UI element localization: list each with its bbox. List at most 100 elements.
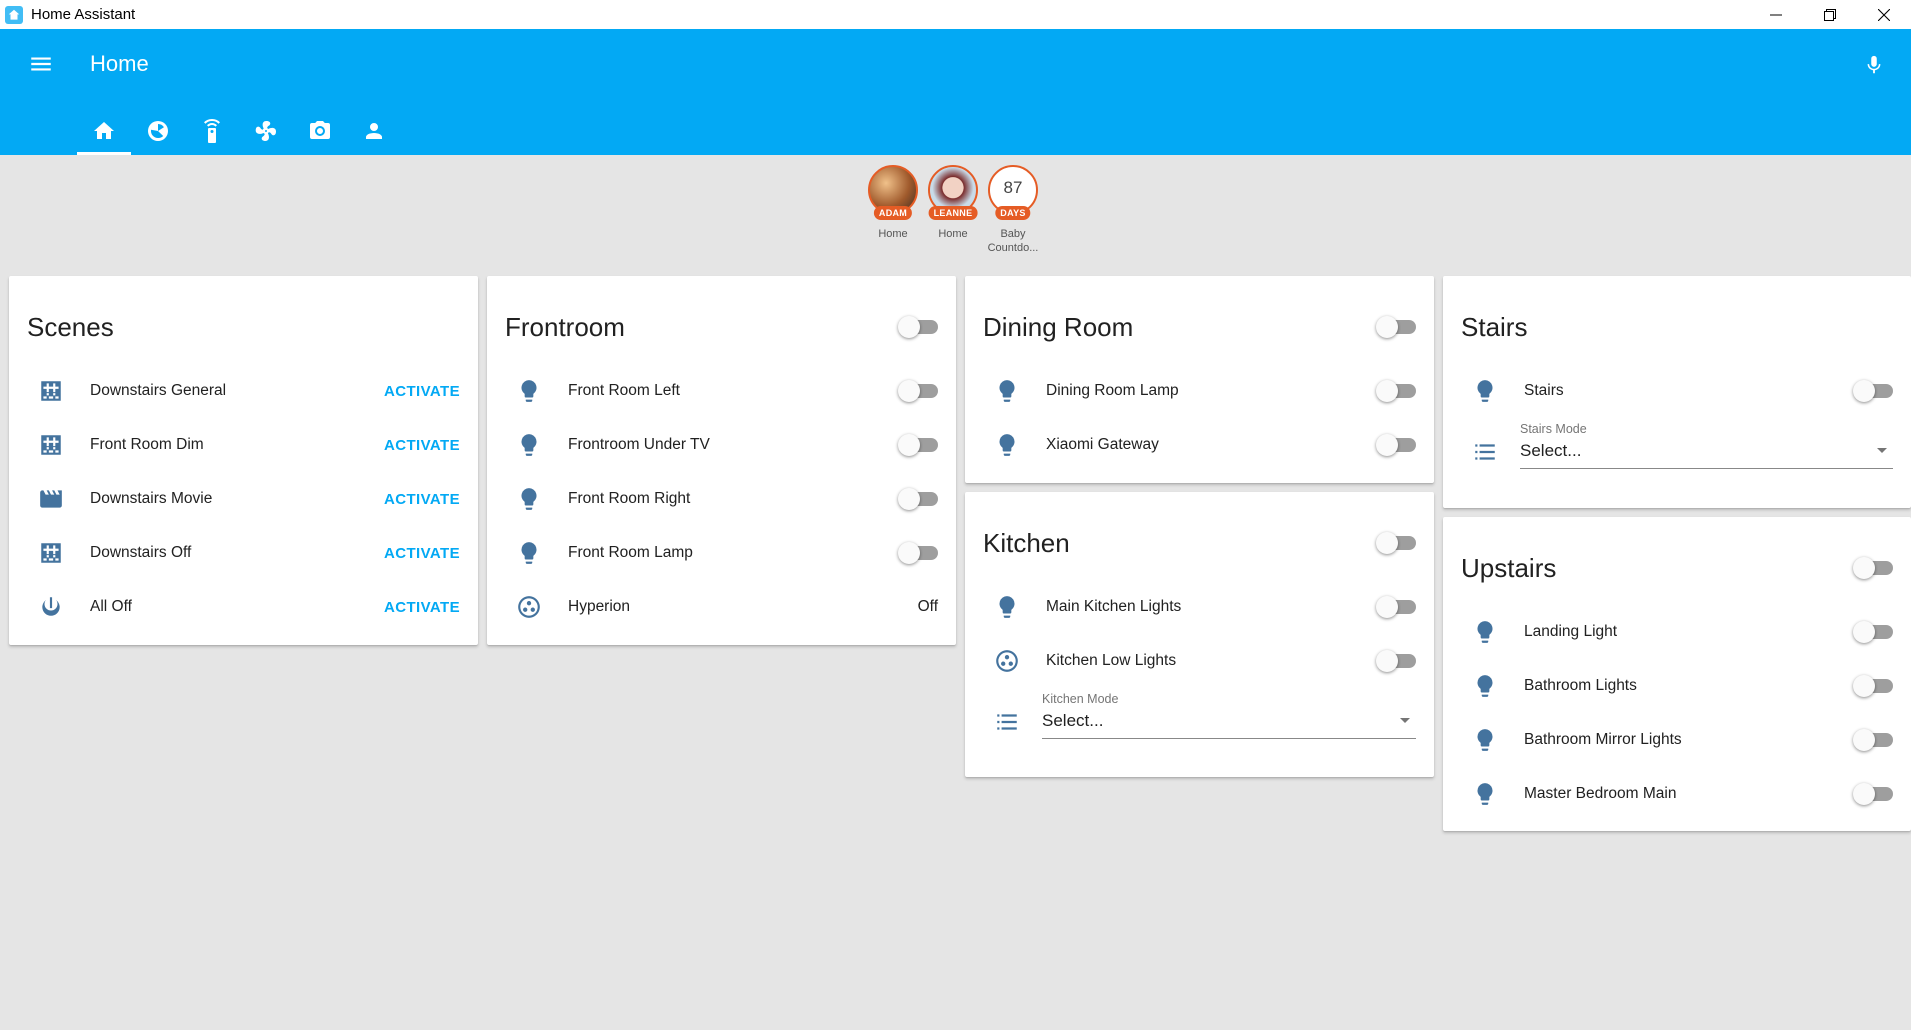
activate-button[interactable]: ACTIVATE — [384, 599, 460, 616]
group-toggle[interactable] — [1853, 557, 1893, 579]
stairs-mode-row: Stairs Mode Select... — [1443, 418, 1911, 490]
menu-icon[interactable] — [28, 51, 54, 77]
light-toggle[interactable] — [1853, 380, 1893, 402]
page-title: Home — [90, 51, 149, 76]
light-toggle[interactable] — [1376, 650, 1416, 672]
lightbulb-icon[interactable] — [1465, 720, 1505, 760]
lightbulb-icon[interactable] — [1465, 666, 1505, 706]
microphone-icon[interactable] — [1863, 52, 1885, 78]
badge-value: 87 — [1003, 178, 1023, 197]
light-row: Frontroom Under TV — [487, 418, 956, 472]
scene-label: All Off — [90, 598, 132, 615]
light-toggle[interactable] — [1376, 434, 1416, 456]
scene-icon[interactable] — [31, 425, 71, 465]
movie-icon[interactable] — [31, 479, 71, 519]
badge-leanne[interactable]: LEANNE Home — [926, 165, 980, 255]
stairs-mode-select[interactable]: Stairs Mode Select... — [1520, 422, 1893, 469]
light-row: Landing Light — [1443, 605, 1911, 659]
light-row: Front Room Lamp — [487, 526, 956, 580]
badge-baby-countdown[interactable]: 87 DAYS Baby Countdo... — [986, 165, 1040, 255]
badge-pill: DAYS — [995, 206, 1031, 220]
group-toggle[interactable] — [1376, 532, 1416, 554]
light-toggle[interactable] — [898, 380, 938, 402]
lightbulb-icon[interactable] — [1465, 612, 1505, 652]
light-toggle[interactable] — [898, 488, 938, 510]
tab-scenes[interactable] — [131, 107, 185, 155]
light-label: Front Room Left — [568, 382, 680, 399]
activate-button[interactable]: ACTIVATE — [384, 383, 460, 400]
lightbulb-icon[interactable] — [509, 479, 549, 519]
restore-button[interactable] — [1803, 0, 1857, 29]
scene-row: Downstairs Movie ACTIVATE — [9, 472, 478, 526]
tab-home[interactable] — [77, 107, 131, 155]
tab-remote[interactable] — [185, 107, 239, 155]
light-toggle[interactable] — [1853, 675, 1893, 697]
view-tabs — [77, 107, 401, 155]
close-button[interactable] — [1857, 0, 1911, 29]
group-toggle[interactable] — [1376, 316, 1416, 338]
tab-camera[interactable] — [293, 107, 347, 155]
lightbulb-icon[interactable] — [1465, 371, 1505, 411]
remote-icon — [204, 119, 220, 143]
scene-row: Downstairs General ACTIVATE — [9, 364, 478, 418]
light-toggle[interactable] — [1853, 729, 1893, 751]
light-label: Bathroom Mirror Lights — [1524, 731, 1682, 748]
hyperion-icon[interactable] — [509, 587, 549, 627]
scenes-icon — [148, 121, 168, 141]
card-title: Scenes — [27, 312, 114, 342]
dropdown-arrow-icon — [1400, 718, 1410, 723]
scene-label: Downstairs General — [90, 382, 227, 399]
light-label: Stairs — [1524, 382, 1564, 399]
lightbulb-icon[interactable] — [509, 533, 549, 573]
light-toggle[interactable] — [1376, 380, 1416, 402]
tab-person[interactable] — [347, 107, 401, 155]
select-caption: Kitchen Mode — [1042, 692, 1119, 706]
light-row: Bathroom Lights — [1443, 659, 1911, 713]
badge-adam[interactable]: ADAM Home — [866, 165, 920, 255]
kitchen-mode-select[interactable]: Kitchen Mode Select... — [1042, 692, 1416, 739]
card-title: Frontroom — [505, 312, 625, 342]
card-title: Dining Room — [983, 312, 1134, 342]
light-toggle[interactable] — [1853, 621, 1893, 643]
select-caption: Stairs Mode — [1520, 422, 1587, 436]
kitchen-mode-row: Kitchen Mode Select... — [965, 688, 1434, 760]
light-label: Bathroom Lights — [1524, 677, 1637, 694]
lightstrip-icon[interactable] — [987, 641, 1027, 681]
scene-icon[interactable] — [31, 533, 71, 573]
lightbulb-icon[interactable] — [987, 587, 1027, 627]
close-icon — [1878, 8, 1890, 21]
lightbulb-icon[interactable] — [1465, 774, 1505, 814]
light-label: Master Bedroom Main — [1524, 785, 1677, 802]
power-icon[interactable] — [31, 587, 71, 627]
card-title: Kitchen — [983, 528, 1070, 558]
light-label: Frontroom Under TV — [568, 436, 710, 453]
minimize-icon — [1770, 14, 1782, 15]
scene-icon[interactable] — [31, 371, 71, 411]
light-label: Main Kitchen Lights — [1046, 598, 1182, 615]
activate-button[interactable]: ACTIVATE — [384, 437, 460, 454]
light-row: Master Bedroom Main — [1443, 767, 1911, 821]
light-toggle[interactable] — [898, 434, 938, 456]
light-toggle[interactable] — [1853, 783, 1893, 805]
select-value: Select... — [1520, 441, 1582, 460]
lightbulb-icon[interactable] — [509, 425, 549, 465]
avatar: ADAM — [868, 165, 918, 220]
lightbulb-icon[interactable] — [987, 371, 1027, 411]
fan-icon — [255, 120, 276, 141]
tab-fan[interactable] — [239, 107, 293, 155]
light-toggle[interactable] — [898, 542, 938, 564]
window-title: Home Assistant — [31, 6, 136, 23]
scene-row: Downstairs Off ACTIVATE — [9, 526, 478, 580]
light-toggle[interactable] — [1376, 596, 1416, 618]
light-label: Front Room Lamp — [568, 544, 693, 561]
lightbulb-icon[interactable] — [509, 371, 549, 411]
light-row: Main Kitchen Lights — [965, 580, 1434, 634]
group-toggle[interactable] — [898, 316, 938, 338]
activate-button[interactable]: ACTIVATE — [384, 491, 460, 508]
badge-pill: LEANNE — [928, 206, 978, 220]
lightbulb-icon[interactable] — [987, 425, 1027, 465]
list-icon — [1465, 432, 1505, 472]
camera-icon — [310, 121, 330, 139]
minimize-button[interactable] — [1749, 0, 1803, 29]
activate-button[interactable]: ACTIVATE — [384, 545, 460, 562]
